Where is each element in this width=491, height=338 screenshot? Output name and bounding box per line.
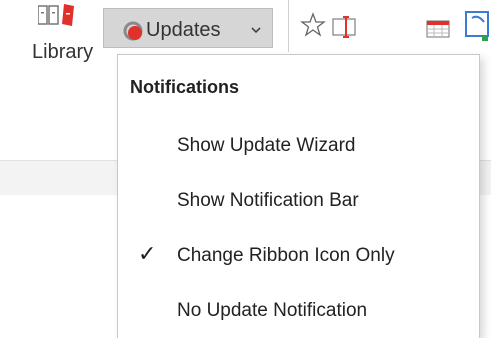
calendar-icon[interactable]	[426, 20, 450, 38]
library-label: Library	[32, 41, 94, 63]
textbox-icon[interactable]	[332, 16, 358, 38]
star-icon[interactable]	[300, 12, 326, 38]
menu-item-label: Show Notification Bar	[177, 190, 359, 211]
updates-dropdown-button[interactable]: Updates	[103, 8, 273, 48]
ribbon-separator	[288, 0, 289, 52]
chevron-down-icon	[251, 27, 261, 34]
menu-item-no-update-notification[interactable]: No Update Notification	[118, 286, 479, 334]
menu-item-show-update-wizard[interactable]: Show Update Wizard	[118, 121, 479, 169]
partial-toolbar-icon[interactable]	[460, 8, 491, 42]
updates-status-icon	[123, 21, 143, 41]
menu-item-label: Change Ribbon Icon Only	[177, 245, 395, 266]
library-icon	[38, 4, 74, 26]
menu-item-change-ribbon-icon-only[interactable]: ✓ Change Ribbon Icon Only	[118, 231, 479, 279]
library-button[interactable]: Library	[28, 0, 98, 80]
menu-item-show-notification-bar[interactable]: Show Notification Bar	[118, 176, 479, 224]
menu-item-label: Show Update Wizard	[177, 135, 356, 156]
menu-item-label: No Update Notification	[177, 300, 368, 321]
notifications-dropdown-menu: Notifications Show Update Wizard Show No…	[117, 54, 480, 338]
menu-header: Notifications	[130, 77, 240, 97]
updates-label: Updates	[146, 19, 221, 41]
checkmark-icon: ✓	[138, 241, 157, 266]
